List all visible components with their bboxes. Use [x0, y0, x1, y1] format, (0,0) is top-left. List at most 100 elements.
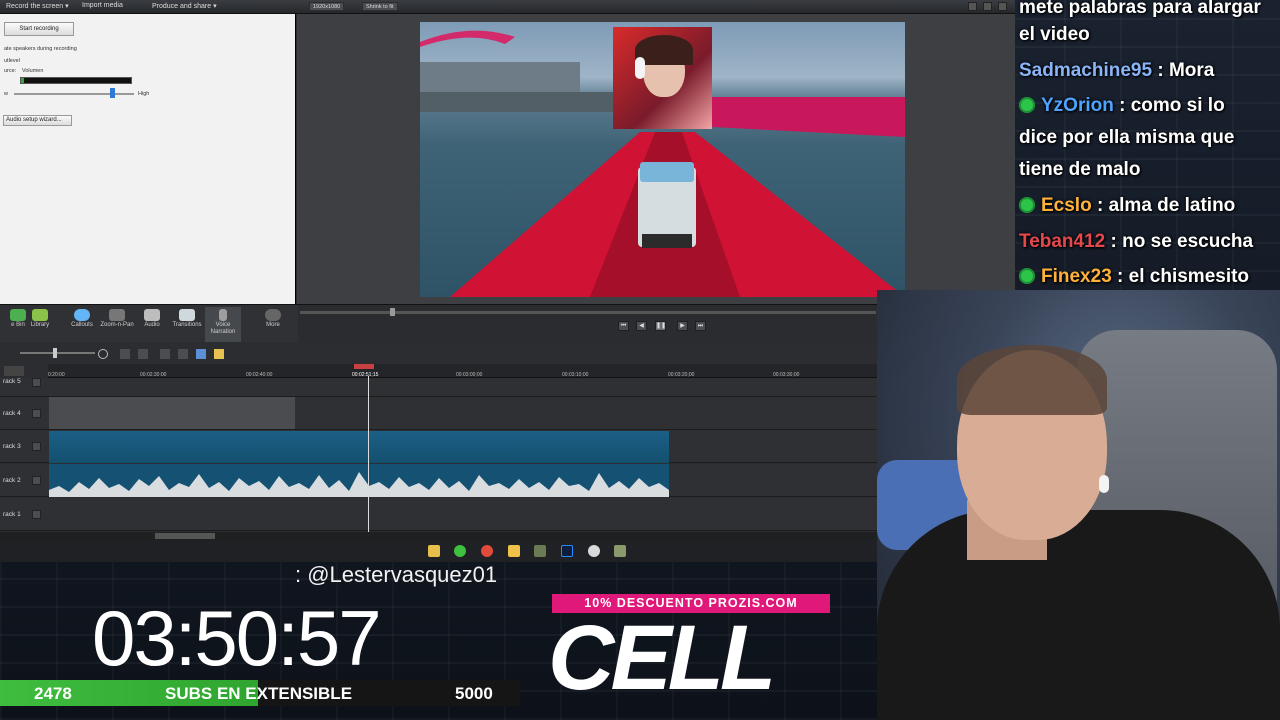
- produce-share-menu[interactable]: Produce and share ▾: [152, 2, 217, 10]
- track-label: rack 1: [3, 511, 21, 518]
- zoom-slider[interactable]: [20, 352, 95, 354]
- undo-icon[interactable]: [120, 349, 130, 359]
- pause-icon[interactable]: ❚❚: [655, 321, 666, 331]
- truck-roof: [640, 162, 694, 182]
- track-5[interactable]: rack 5: [0, 378, 878, 397]
- tool-zoom-n-pan[interactable]: Zoom-n-Pan: [99, 307, 135, 343]
- speakers-checkbox-label[interactable]: ate speakers during recording: [4, 46, 77, 52]
- playback-controls: ⏮ ◀ ❚❚ ▶ ⏭: [298, 304, 878, 342]
- track-3[interactable]: rack 3: [0, 430, 878, 463]
- tool-voice-narration[interactable]: Voice Narration: [205, 307, 241, 343]
- track-label: rack 4: [3, 410, 21, 417]
- chat-text: tiene de malo: [1019, 159, 1141, 180]
- audio-setup-wizard-button[interactable]: Audio setup wizard...: [3, 115, 72, 126]
- tools-toolbar: e Bin Library Callouts Zoom-n-Pan Audio …: [0, 304, 298, 343]
- tool-callouts[interactable]: Callouts: [64, 307, 100, 343]
- record-screen-menu[interactable]: Record the screen ▾: [6, 2, 69, 10]
- zoom-magnifier-icon[interactable]: [98, 349, 108, 359]
- track-1[interactable]: rack 1: [0, 498, 878, 531]
- lock-icon[interactable]: [32, 409, 41, 418]
- windows-taskbar: [0, 540, 878, 562]
- chat-text: : el chismesito: [1111, 266, 1250, 287]
- paste-icon[interactable]: [196, 349, 206, 359]
- source-value[interactable]: Volumen: [22, 68, 43, 74]
- close-icon[interactable]: [998, 2, 1007, 11]
- timeline-scrollbar[interactable]: [0, 532, 878, 540]
- black-tshirt: [877, 510, 1280, 720]
- redo-icon[interactable]: [138, 349, 148, 359]
- chat-text: el video: [1019, 24, 1090, 45]
- tool-label: Voice Narration: [210, 322, 236, 335]
- lock-icon[interactable]: [32, 476, 41, 485]
- playback-scrubber[interactable]: [300, 311, 876, 314]
- playhead-line[interactable]: [368, 376, 369, 532]
- app-icon[interactable]: [428, 545, 440, 557]
- chat-text: : como si lo: [1113, 95, 1225, 116]
- sub-badge-icon: [1019, 268, 1035, 284]
- media-clip[interactable]: [49, 431, 669, 463]
- spotify-icon[interactable]: [454, 545, 466, 557]
- tool-label: Transitions: [172, 322, 202, 328]
- sub-badge-icon: [1019, 97, 1035, 113]
- cut-icon[interactable]: [160, 349, 170, 359]
- tool-more[interactable]: More: [255, 307, 291, 343]
- track-4[interactable]: rack 4: [0, 397, 878, 430]
- minimize-icon[interactable]: [968, 2, 977, 11]
- copy-icon[interactable]: [178, 349, 188, 359]
- maximize-icon[interactable]: [983, 2, 992, 11]
- lock-icon[interactable]: [32, 378, 41, 387]
- buzzcut-hair: [957, 345, 1107, 415]
- chat-message: tiene de malo: [1019, 154, 1279, 186]
- import-media-menu[interactable]: Import media: [82, 2, 123, 9]
- volume-slider-thumb[interactable]: [110, 88, 115, 98]
- lock-icon[interactable]: [32, 442, 41, 451]
- folder-icon[interactable]: [508, 545, 520, 557]
- chat-username[interactable]: Ecslo: [1041, 195, 1092, 216]
- go-start-icon[interactable]: ⏮: [618, 321, 629, 331]
- chat-username[interactable]: YzOrion: [1041, 95, 1114, 116]
- chat-username[interactable]: Finex23: [1041, 266, 1112, 287]
- input-level-label: utlevel: [4, 58, 20, 64]
- chat-message: Teban412 : no se escucha: [1019, 226, 1279, 258]
- streamer-webcam-inset: [613, 27, 712, 129]
- timeline-ruler[interactable]: 0:20:00 00:02:30:00 00:02:40:00 00:02:51…: [48, 364, 878, 378]
- settings-gear-icon[interactable]: [4, 366, 24, 376]
- side-ramp: [712, 97, 905, 137]
- video-clip[interactable]: [49, 397, 295, 429]
- obs-icon[interactable]: [588, 545, 600, 557]
- recorder-icon[interactable]: [614, 545, 626, 557]
- camtasia-icon[interactable]: [534, 545, 546, 557]
- go-end-icon[interactable]: ⏭: [695, 321, 706, 331]
- step-back-icon[interactable]: ◀: [636, 321, 647, 331]
- game-preview-video[interactable]: [420, 22, 905, 297]
- chat-username[interactable]: Sadmachine95: [1019, 60, 1152, 81]
- selection-marker[interactable]: [354, 364, 374, 369]
- tool-transitions[interactable]: Transitions: [169, 307, 205, 343]
- photoshop-icon[interactable]: [561, 545, 573, 557]
- transitions-icon: [179, 309, 195, 321]
- chat-message: YzOrion : como si lo: [1019, 90, 1279, 122]
- audio-waveform: [49, 472, 669, 497]
- step-forward-icon[interactable]: ▶: [677, 321, 688, 331]
- scrollbar-thumb[interactable]: [155, 533, 215, 539]
- start-recording-button[interactable]: Start recording: [4, 22, 74, 36]
- shrink-dropdown[interactable]: Shrink to fit: [362, 2, 398, 11]
- split-icon[interactable]: [214, 349, 224, 359]
- chat-username[interactable]: Teban412: [1019, 231, 1105, 252]
- audio-clip[interactable]: [49, 464, 669, 497]
- chrome-icon[interactable]: [481, 545, 493, 557]
- tool-audio[interactable]: Audio: [134, 307, 170, 343]
- camtasia-window: Record the screen ▾ Import media Produce…: [0, 0, 1015, 562]
- track-2[interactable]: rack 2: [0, 464, 878, 497]
- volume-slider-track[interactable]: [14, 93, 134, 95]
- zoom-slider-thumb[interactable]: [53, 348, 57, 358]
- chat-text: : alma de latino: [1091, 195, 1236, 216]
- scrubber-thumb[interactable]: [390, 308, 395, 316]
- earbud-icon: [1099, 475, 1109, 493]
- library-icon: [32, 309, 48, 321]
- lock-icon[interactable]: [32, 510, 41, 519]
- tool-library[interactable]: Library: [22, 307, 58, 343]
- resolution-dropdown[interactable]: 1920x1080: [309, 2, 345, 11]
- tool-label: Callouts: [71, 322, 93, 328]
- source-label: urce:: [4, 68, 17, 74]
